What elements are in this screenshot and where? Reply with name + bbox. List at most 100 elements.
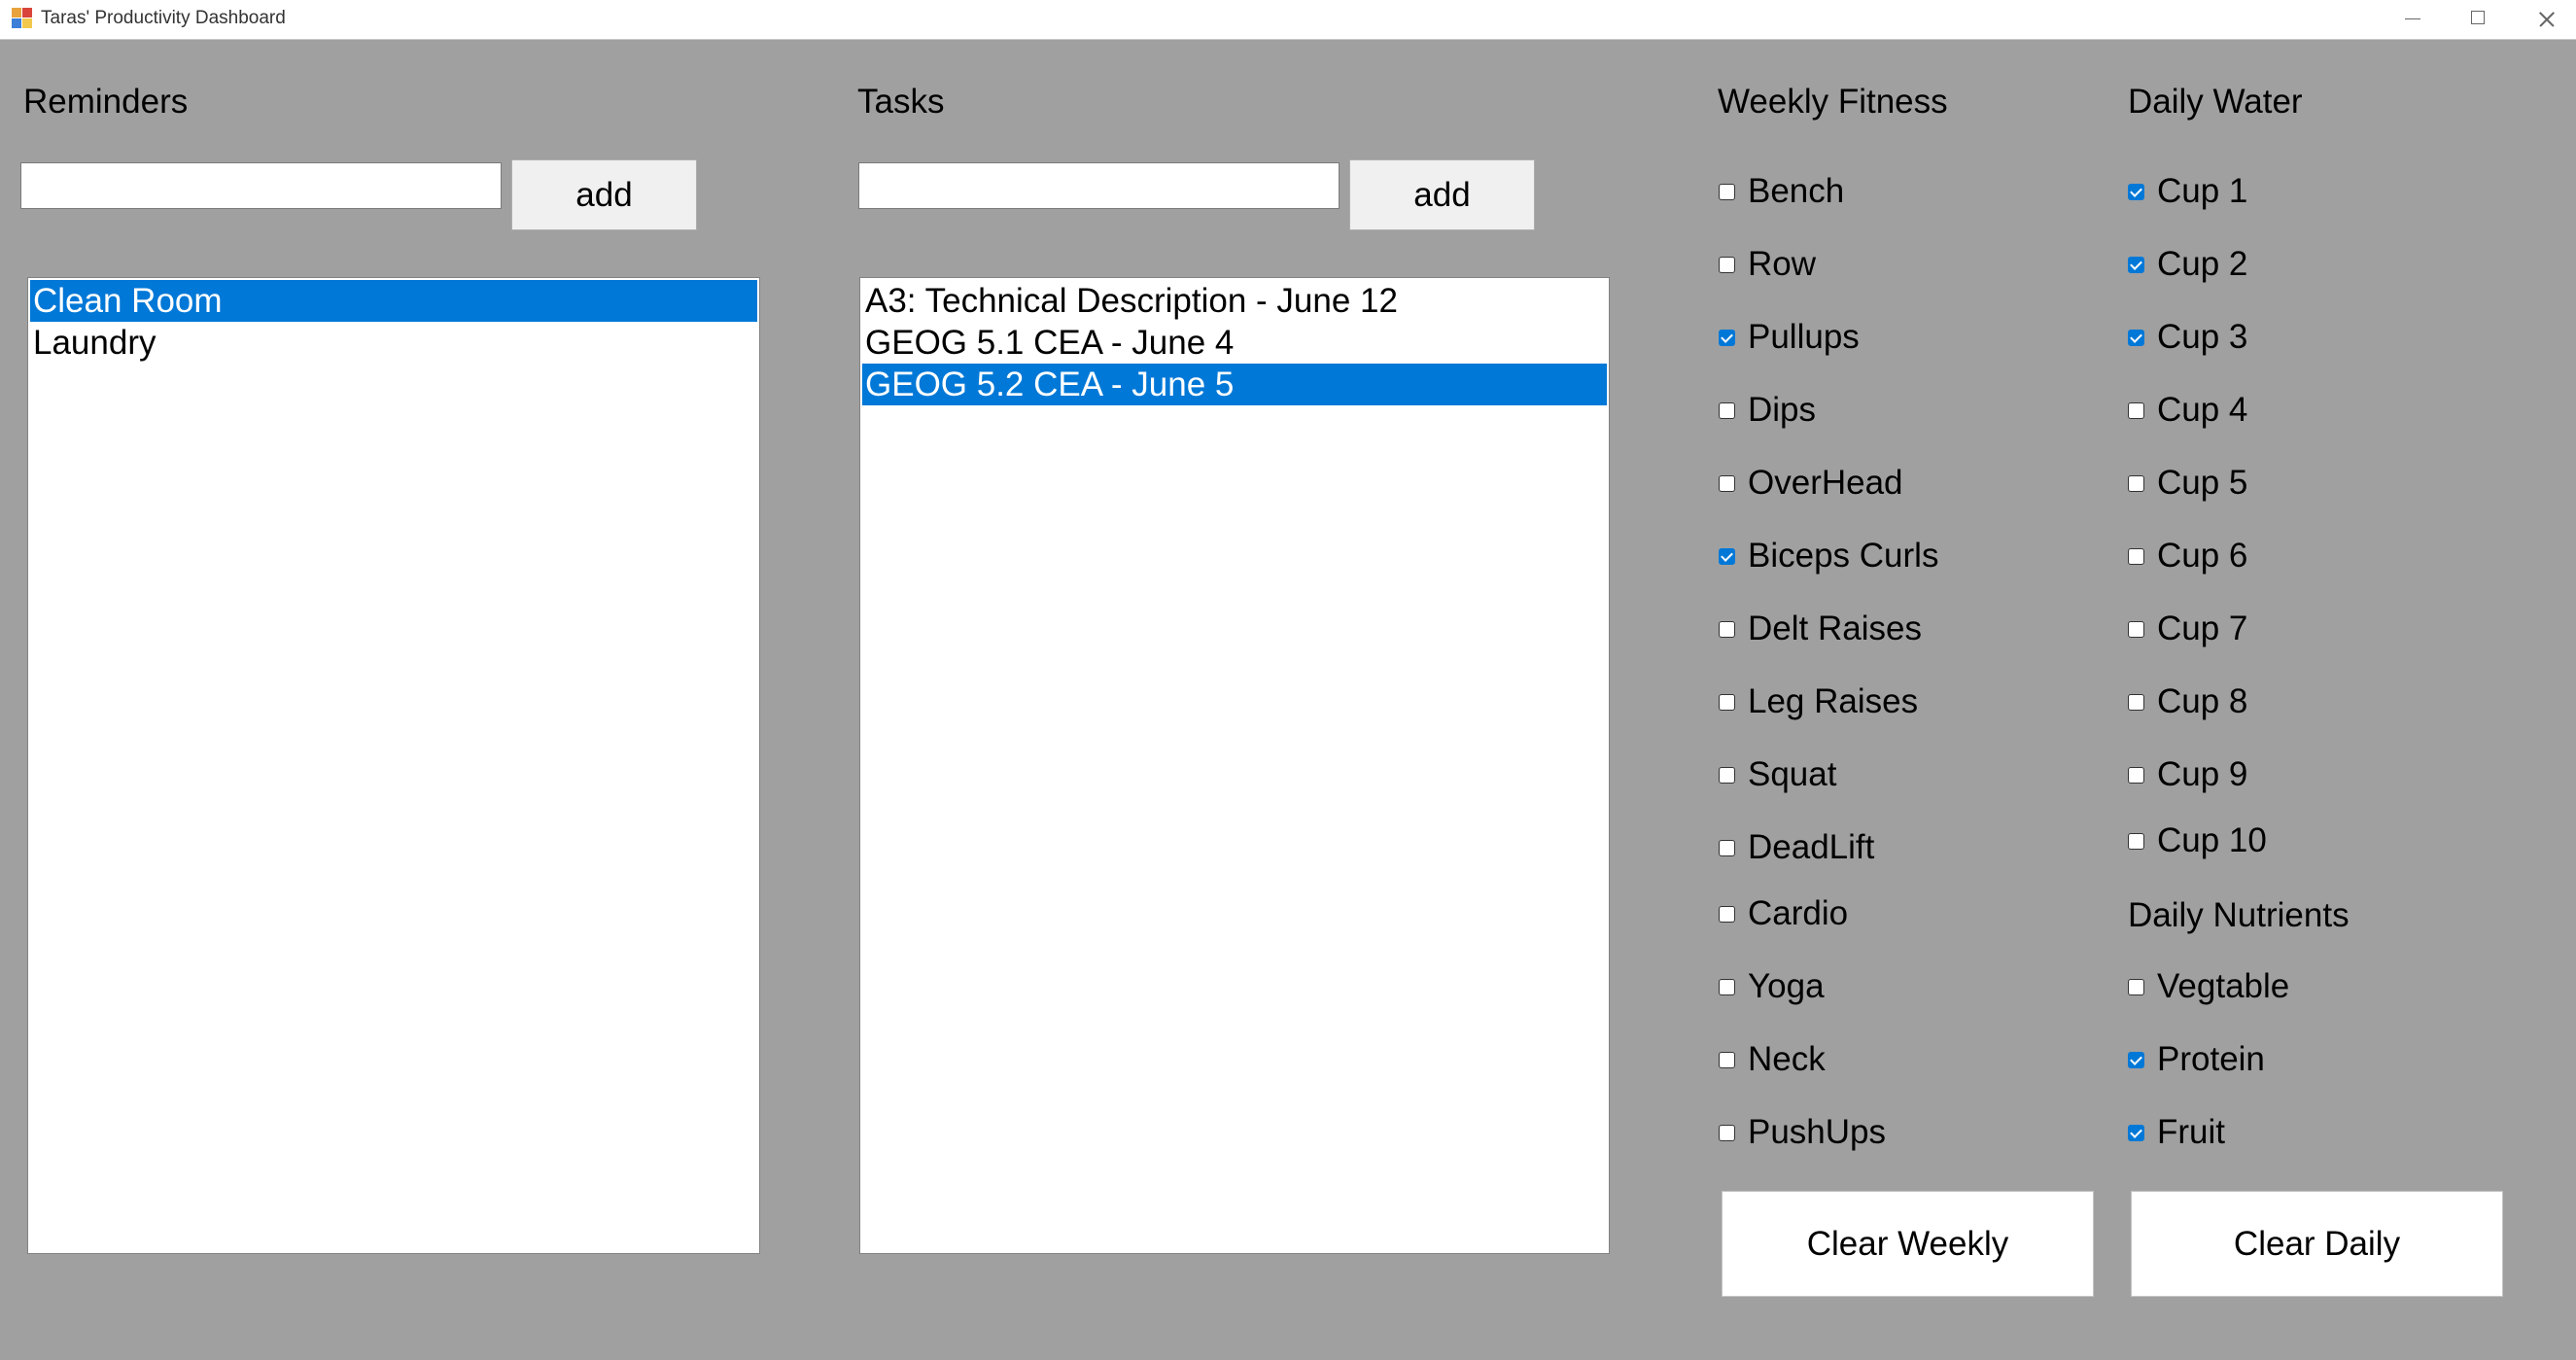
checkbox-checked-icon[interactable] <box>2128 329 2144 346</box>
checkbox-unchecked-icon[interactable] <box>2128 401 2144 419</box>
checkbox-cup-7[interactable]: Cup 7 <box>2128 608 2247 650</box>
checkbox-unchecked-icon[interactable] <box>1719 1124 1735 1141</box>
checkbox-label: Yoga <box>1748 967 1825 1005</box>
checkbox-checked-icon[interactable] <box>1719 547 1735 565</box>
title-bar: Taras' Productivity Dashboard <box>0 0 2576 40</box>
list-item[interactable]: Laundry <box>30 322 757 364</box>
reminders-header: Reminders <box>23 83 189 121</box>
checkbox-cup-5[interactable]: Cup 5 <box>2128 462 2247 505</box>
checkbox-label: Delt Raises <box>1748 610 1922 647</box>
checkbox-cup-1[interactable]: Cup 1 <box>2128 170 2247 213</box>
checkbox-delt-raises[interactable]: Delt Raises <box>1719 608 1922 650</box>
minimize-icon[interactable] <box>2378 0 2446 39</box>
checkbox-unchecked-icon[interactable] <box>1719 1051 1735 1068</box>
checkbox-label: Cup 7 <box>2157 610 2248 647</box>
checkbox-label: Cup 5 <box>2157 464 2248 502</box>
checkbox-label: Protein <box>2157 1040 2265 1078</box>
checkbox-label: OverHead <box>1748 464 1903 502</box>
checkbox-dips[interactable]: Dips <box>1719 389 1816 432</box>
checkbox-checked-icon[interactable] <box>1719 329 1735 346</box>
checkbox-unchecked-icon[interactable] <box>2128 474 2144 492</box>
checkbox-checked-icon[interactable] <box>2128 1124 2144 1141</box>
checkbox-cup-8[interactable]: Cup 8 <box>2128 680 2247 723</box>
checkbox-yoga[interactable]: Yoga <box>1719 965 1825 1008</box>
checkbox-unchecked-icon[interactable] <box>2128 547 2144 565</box>
reminders-list[interactable]: Clean Room Laundry <box>27 277 760 1254</box>
reminder-input[interactable] <box>20 162 502 209</box>
tasks-list[interactable]: A3: Technical Description - June 12 GEOG… <box>859 277 1610 1254</box>
checkbox-cup-2[interactable]: Cup 2 <box>2128 243 2247 286</box>
checkbox-biceps-curls[interactable]: Biceps Curls <box>1719 535 1938 577</box>
checkbox-bench[interactable]: Bench <box>1719 170 1844 213</box>
list-item[interactable]: GEOG 5.2 CEA - June 5 <box>862 364 1607 405</box>
checkbox-unchecked-icon[interactable] <box>1719 839 1735 856</box>
checkbox-cup-6[interactable]: Cup 6 <box>2128 535 2247 577</box>
checkbox-label: Cup 6 <box>2157 537 2248 575</box>
checkbox-cardio[interactable]: Cardio <box>1719 892 1848 935</box>
checkbox-fruit[interactable]: Fruit <box>2128 1111 2225 1154</box>
checkbox-label: Cup 8 <box>2157 682 2248 720</box>
add-reminder-button[interactable]: add <box>511 159 697 230</box>
list-item[interactable]: GEOG 5.1 CEA - June 4 <box>862 322 1607 364</box>
checkbox-pushups[interactable]: PushUps <box>1719 1111 1886 1154</box>
checkbox-deadlift[interactable]: DeadLift <box>1719 826 1874 869</box>
checkbox-label: Cardio <box>1748 894 1849 932</box>
checkbox-cup-3[interactable]: Cup 3 <box>2128 316 2247 359</box>
add-task-button[interactable]: add <box>1349 159 1535 230</box>
checkbox-leg-raises[interactable]: Leg Raises <box>1719 680 1918 723</box>
close-icon[interactable] <box>2512 0 2576 39</box>
checkbox-unchecked-icon[interactable] <box>1719 978 1735 995</box>
checkbox-label: Pullups <box>1748 318 1860 356</box>
checkbox-cup-4[interactable]: Cup 4 <box>2128 389 2247 432</box>
checkbox-unchecked-icon[interactable] <box>2128 620 2144 638</box>
window-title: Taras' Productivity Dashboard <box>41 8 286 28</box>
checkbox-label: Cup 2 <box>2157 245 2248 283</box>
checkbox-unchecked-icon[interactable] <box>2128 693 2144 711</box>
checkbox-checked-icon[interactable] <box>2128 1051 2144 1068</box>
clear-daily-button[interactable]: Clear Daily <box>2131 1191 2503 1297</box>
checkbox-label: Row <box>1748 245 1817 283</box>
checkbox-protein[interactable]: Protein <box>2128 1038 2265 1081</box>
tasks-header: Tasks <box>857 83 945 121</box>
checkbox-unchecked-icon[interactable] <box>2128 978 2144 995</box>
checkbox-row[interactable]: Row <box>1719 243 1816 286</box>
daily-water-header: Daily Water <box>2128 83 2303 121</box>
checkbox-unchecked-icon[interactable] <box>1719 474 1735 492</box>
checkbox-checked-icon[interactable] <box>2128 183 2144 200</box>
checkbox-label: Cup 9 <box>2157 755 2248 793</box>
checkbox-label: Cup 3 <box>2157 318 2248 356</box>
checkbox-vegtable[interactable]: Vegtable <box>2128 965 2289 1008</box>
list-item[interactable]: Clean Room <box>30 280 757 322</box>
checkbox-label: Biceps Curls <box>1748 537 1939 575</box>
checkbox-unchecked-icon[interactable] <box>2128 832 2144 850</box>
checkbox-unchecked-icon[interactable] <box>1719 693 1735 711</box>
checkbox-cup-9[interactable]: Cup 9 <box>2128 753 2247 796</box>
checkbox-neck[interactable]: Neck <box>1719 1038 1826 1081</box>
checkbox-label: DeadLift <box>1748 828 1875 866</box>
checkbox-squat[interactable]: Squat <box>1719 753 1836 796</box>
checkbox-unchecked-icon[interactable] <box>1719 620 1735 638</box>
checkbox-cup-10[interactable]: Cup 10 <box>2128 819 2267 862</box>
checkbox-label: Bench <box>1748 172 1845 210</box>
maximize-icon[interactable] <box>2444 0 2512 39</box>
weekly-fitness-header: Weekly Fitness <box>1718 83 1948 121</box>
checkbox-label: Neck <box>1748 1040 1826 1078</box>
checkbox-unchecked-icon[interactable] <box>1719 256 1735 273</box>
checkbox-checked-icon[interactable] <box>2128 256 2144 273</box>
daily-nutrients-header: Daily Nutrients <box>2128 896 2350 934</box>
checkbox-label: Vegtable <box>2157 967 2290 1005</box>
checkbox-unchecked-icon[interactable] <box>1719 183 1735 200</box>
task-input[interactable] <box>858 162 1340 209</box>
checkbox-overhead[interactable]: OverHead <box>1719 462 1903 505</box>
checkbox-label: Cup 10 <box>2157 821 2267 859</box>
checkbox-label: PushUps <box>1748 1113 1887 1151</box>
checkbox-unchecked-icon[interactable] <box>1719 401 1735 419</box>
list-item[interactable]: A3: Technical Description - June 12 <box>862 280 1607 322</box>
checkbox-unchecked-icon[interactable] <box>1719 766 1735 784</box>
checkbox-label: Cup 1 <box>2157 172 2248 210</box>
checkbox-pullups[interactable]: Pullups <box>1719 316 1860 359</box>
clear-weekly-button[interactable]: Clear Weekly <box>1722 1191 2094 1297</box>
checkbox-unchecked-icon[interactable] <box>2128 766 2144 784</box>
app-icon <box>12 8 33 29</box>
checkbox-unchecked-icon[interactable] <box>1719 905 1735 923</box>
